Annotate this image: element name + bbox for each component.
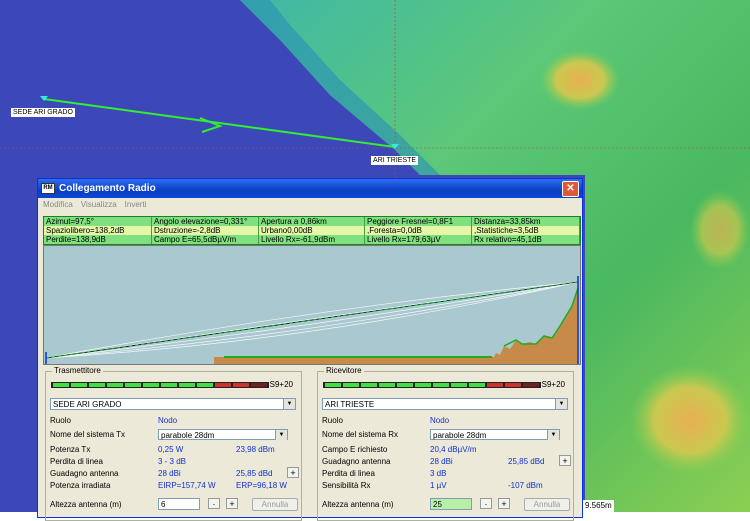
stat-cell: Livello Rx=-61,9dBm bbox=[259, 235, 365, 244]
tx-system-select[interactable]: parabole 28dm ▼ bbox=[158, 429, 288, 440]
receiver-panel: Ricevitore S9+20 ARI TRIESTE ▼ Ruolo Nodo… bbox=[317, 366, 574, 521]
app-icon: RM bbox=[41, 183, 55, 194]
radiated-label: Potenza irradiata bbox=[50, 481, 111, 490]
increment-button[interactable]: + bbox=[226, 498, 238, 509]
gain-dbi[interactable]: 28 dBi bbox=[158, 469, 181, 478]
loss-value[interactable]: 3 dB bbox=[430, 469, 446, 478]
stat-cell: ,Statistiche=3,5dB bbox=[472, 226, 580, 235]
link-stats-table: Azimut=97,5° Angolo elevazione=0,331° Ap… bbox=[43, 216, 581, 245]
height-label: Altezza antenna (m) bbox=[50, 500, 122, 509]
system-label: Nome del sistema Tx bbox=[50, 430, 125, 439]
stat-cell: Urbano0,00dB bbox=[259, 226, 365, 235]
height-label: Altezza antenna (m) bbox=[322, 500, 394, 509]
loss-label: Perdita di linea bbox=[322, 469, 375, 478]
chevron-down-icon[interactable]: ▼ bbox=[275, 430, 287, 440]
stat-cell: Azimut=97,5° bbox=[44, 217, 152, 226]
menu-visualizza[interactable]: Visualizza bbox=[81, 198, 117, 211]
sensitivity-dbm[interactable]: -107 dBm bbox=[508, 481, 543, 490]
stat-cell: Rx relativo=45,1dB bbox=[472, 235, 580, 244]
menu-inverti[interactable]: Inverti bbox=[125, 198, 147, 211]
cancel-button[interactable]: Annulla bbox=[252, 498, 298, 511]
gain-dbd[interactable]: 25,85 dBd bbox=[236, 469, 272, 478]
tx-site-select[interactable]: SEDE ARI GRADO ▼ bbox=[50, 398, 296, 410]
antenna-height-input[interactable]: 25 bbox=[430, 498, 472, 510]
power-label: Potenza Tx bbox=[50, 445, 91, 454]
system-label: Nome del sistema Rx bbox=[322, 430, 399, 439]
gain-label: Guadagno antenna bbox=[322, 457, 391, 466]
field-label: Campo E richiesto bbox=[322, 445, 388, 454]
stat-cell: Perdite=138,9dB bbox=[44, 235, 152, 244]
loss-label: Perdita di linea bbox=[50, 457, 103, 466]
tx-site-value: SEDE ARI GRADO bbox=[53, 400, 122, 409]
eirp-value: EIRP=157,74 W bbox=[158, 481, 216, 490]
radio-link-dialog: RM Collegamento Radio ✕ Modifica Visuali… bbox=[37, 178, 583, 521]
increment-button[interactable]: + bbox=[498, 498, 510, 509]
chevron-down-icon[interactable]: ▼ bbox=[283, 399, 295, 409]
close-button[interactable]: ✕ bbox=[562, 181, 579, 197]
decrement-button[interactable]: · bbox=[208, 498, 220, 509]
stat-cell: ,Foresta=0,0dB bbox=[365, 226, 472, 235]
transmitter-panel: Trasmettitore S9+20 SEDE ARI GRADO ▼ Ruol… bbox=[45, 366, 302, 521]
add-button[interactable]: + bbox=[287, 467, 299, 478]
stat-cell: Livello Rx=179,63µV bbox=[365, 235, 472, 244]
dialog-title: Collegamento Radio bbox=[59, 183, 156, 194]
role-label: Ruolo bbox=[50, 416, 71, 425]
power-w[interactable]: 0,25 W bbox=[158, 445, 183, 454]
add-button[interactable]: + bbox=[559, 455, 571, 466]
sensitivity-uv[interactable]: 1 µV bbox=[430, 481, 447, 490]
role-label: Ruolo bbox=[322, 416, 343, 425]
gain-dbd[interactable]: 25,85 dBd bbox=[508, 457, 544, 466]
path-profile[interactable] bbox=[43, 245, 581, 365]
stat-cell: Apertura a 0,86km bbox=[259, 217, 365, 226]
antenna-height-input[interactable]: 6 bbox=[158, 498, 200, 510]
signal-meter bbox=[51, 382, 269, 388]
cancel-button[interactable]: Annulla bbox=[524, 498, 570, 511]
stat-cell: Distanza=33,85km bbox=[472, 217, 580, 226]
signal-meter bbox=[323, 382, 541, 388]
meter-label: S9+20 bbox=[541, 380, 565, 389]
dialog-titlebar[interactable]: RM Collegamento Radio ✕ bbox=[38, 179, 582, 198]
role-value[interactable]: Nodo bbox=[158, 416, 177, 425]
menu-bar: Modifica Visualizza Inverti bbox=[38, 198, 582, 211]
chevron-down-icon[interactable]: ▼ bbox=[547, 430, 559, 440]
field-value[interactable]: 20,4 dBµV/m bbox=[430, 445, 476, 454]
transmitter-title: Trasmettitore bbox=[52, 366, 103, 375]
stat-cell: Dstruzione=-2,8dB bbox=[152, 226, 259, 235]
tx-system-value: parabole 28dm bbox=[161, 431, 215, 440]
erp-value: ERP=96,18 W bbox=[236, 481, 287, 490]
scale-readout: 9.565m bbox=[583, 500, 614, 512]
gain-dbi[interactable]: 28 dBi bbox=[430, 457, 453, 466]
power-dbm[interactable]: 23,98 dBm bbox=[236, 445, 275, 454]
rx-site-select[interactable]: ARI TRIESTE ▼ bbox=[322, 398, 568, 410]
rx-system-select[interactable]: parabole 28dm ▼ bbox=[430, 429, 560, 440]
loss-value[interactable]: 3 - 3 dB bbox=[158, 457, 186, 466]
rx-system-value: parabole 28dm bbox=[433, 431, 487, 440]
stat-cell: Angolo elevazione=0,331° bbox=[152, 217, 259, 226]
stat-cell: Campo E=65,5dBµV/m bbox=[152, 235, 259, 244]
role-value[interactable]: Nodo bbox=[430, 416, 449, 425]
receiver-title: Ricevitore bbox=[324, 366, 364, 375]
gain-label: Guadagno antenna bbox=[50, 469, 119, 478]
meter-label: S9+20 bbox=[269, 380, 293, 389]
sensitivity-label: Sensibilità Rx bbox=[322, 481, 371, 490]
rx-site-value: ARI TRIESTE bbox=[325, 400, 375, 409]
decrement-button[interactable]: · bbox=[480, 498, 492, 509]
stat-cell: Peggiore Fresnel=0,8F1 bbox=[365, 217, 472, 226]
site-a-label[interactable]: SEDE ARI GRADO bbox=[11, 108, 75, 117]
site-b-label[interactable]: ARI TRIESTE bbox=[371, 156, 419, 165]
chevron-down-icon[interactable]: ▼ bbox=[555, 399, 567, 409]
menu-modifica[interactable]: Modifica bbox=[43, 198, 73, 211]
stat-cell: Spaziolibero=138,2dB bbox=[44, 226, 152, 235]
